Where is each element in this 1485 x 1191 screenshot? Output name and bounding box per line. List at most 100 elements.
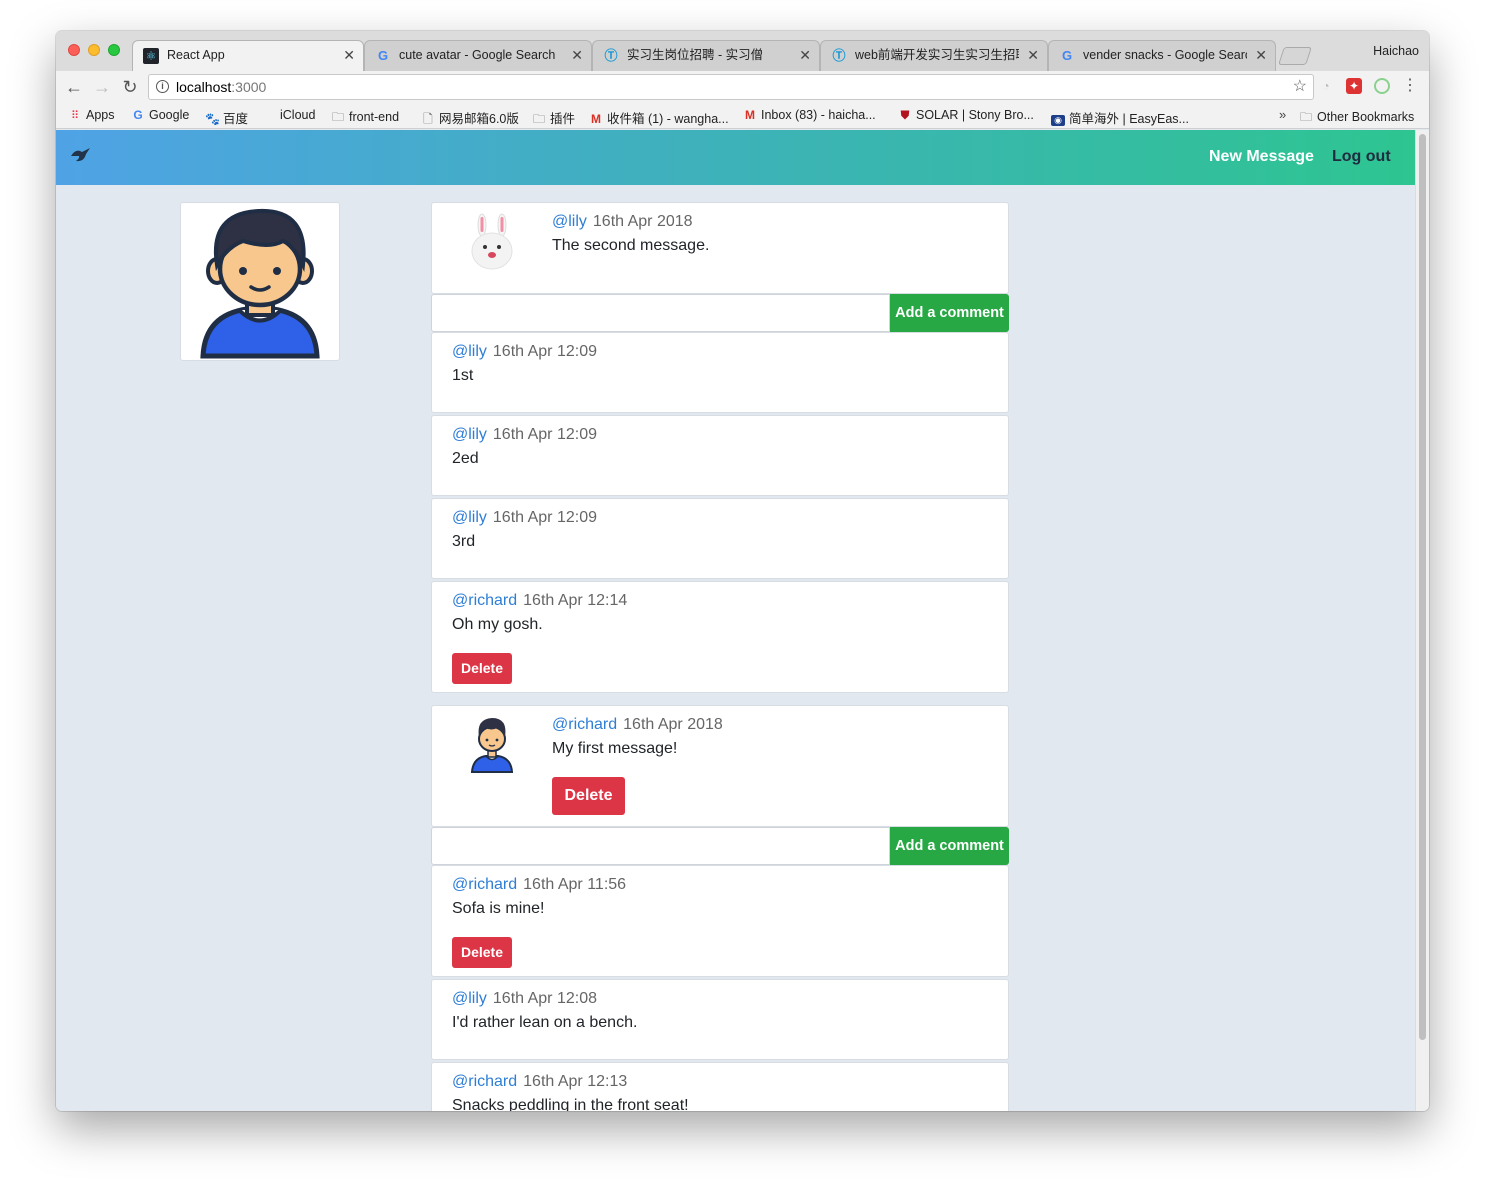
url-host: localhost (176, 79, 232, 95)
baidu-icon: 🐾 (205, 112, 220, 126)
minimize-window-button[interactable] (88, 44, 100, 56)
tab-title: React App (167, 48, 225, 62)
bunny-avatar (471, 213, 513, 270)
message-header: @lily 16th Apr 2018 (552, 213, 693, 231)
shixiseng-icon: Ⓣ (832, 48, 846, 63)
close-tab-icon[interactable]: ✕ (571, 41, 583, 70)
menu-dots-icon[interactable]: ⋮ (1402, 78, 1418, 94)
username-link[interactable]: @richard (452, 592, 517, 609)
close-tab-icon[interactable]: ✕ (1027, 41, 1039, 70)
bookmark-gmail-1[interactable]: M 收件箱 (1) - wangha... (589, 108, 729, 127)
tab-cute-avatar[interactable]: G cute avatar - Google Search ✕ (364, 40, 592, 71)
delete-comment-button[interactable]: Delete (452, 653, 512, 684)
comment-card: @lily 16th Apr 12:09 2ed (431, 415, 1009, 496)
google-icon: G (133, 108, 143, 122)
comment-header: @richard 16th Apr 11:56 (452, 876, 626, 894)
extension-icon[interactable] (1374, 78, 1390, 94)
easyeast-icon: ◉ (1051, 115, 1065, 126)
bookmark-163-mail[interactable]: 🗋 网易邮箱6.0版 (421, 108, 519, 131)
bookmark-star-icon[interactable]: ☆ (1293, 75, 1307, 99)
message-text: My first message! (552, 740, 678, 757)
comment-input[interactable] (431, 294, 890, 332)
tab-strip: ⚛ React App ✕ G cute avatar - Google Sea… (56, 31, 1429, 71)
message-card: @lily 16th Apr 2018 The second message. A… (431, 202, 1009, 332)
tab-web-frontend[interactable]: Ⓣ web前端开发实习生实习生招聘 ✕ (820, 40, 1048, 71)
tab-title: 实习生岗位招聘 - 实习僧 (627, 48, 764, 62)
extension-icon[interactable]: ◔ (1318, 78, 1334, 94)
comment-date: 16th Apr 12:08 (492, 990, 597, 1007)
username-link[interactable]: @lily (452, 509, 487, 526)
profile-name[interactable]: Haichao (1373, 44, 1419, 58)
new-message-link[interactable]: New Message (1209, 148, 1314, 166)
comment-header: @richard 16th Apr 12:14 (452, 592, 627, 610)
username-link[interactable]: @lily (452, 343, 487, 360)
boy-avatar (200, 208, 320, 359)
comment-text: 2ed (452, 450, 479, 467)
gmail-icon: M (745, 108, 755, 122)
address-bar[interactable]: i localhost:3000 ☆ (148, 74, 1314, 100)
back-arrow-icon[interactable]: ← (64, 76, 84, 98)
folder-icon: 🗀 (331, 110, 344, 124)
bookmark-google[interactable]: G Google (131, 108, 189, 122)
message-text: The second message. (552, 237, 710, 254)
bookmark-front-end[interactable]: 🗀 front-end (331, 108, 399, 129)
zoom-window-button[interactable] (108, 44, 120, 56)
bookmark-easyeast[interactable]: ◉ 简单海外 | EasyEas... (1051, 108, 1189, 127)
google-icon: G (1061, 48, 1073, 63)
bird-icon[interactable] (70, 146, 92, 170)
close-window-button[interactable] (68, 44, 80, 56)
delete-comment-button[interactable]: Delete (452, 937, 512, 968)
react-icon: ⚛ (143, 48, 159, 64)
bookmarks-bar: ⠿ Apps G Google 🐾 百度 iCloud 🗀 front-end 🗋 网易邮… (56, 103, 1429, 129)
bookmark-other[interactable]: 🗀 Other Bookmarks (1299, 108, 1414, 129)
logout-link[interactable]: Log out (1332, 148, 1391, 166)
tab-vender-snacks[interactable]: G vender snacks - Google Search ✕ (1048, 40, 1276, 71)
extension-icon[interactable]: ✦ (1346, 78, 1362, 94)
apps-grid-icon: ⠿ (70, 110, 80, 122)
tab-title: web前端开发实习生实习生招聘 (855, 48, 1019, 62)
comment-date: 16th Apr 12:09 (492, 509, 597, 526)
reload-icon[interactable]: ↻ (120, 76, 140, 98)
bookmark-solar[interactable]: ⛊ SOLAR | Stony Bro... (898, 108, 1033, 123)
close-tab-icon[interactable]: ✕ (799, 41, 811, 70)
browser-toolbar: ← → ↻ i localhost:3000 ☆ ◔ ✦ ⋮ (56, 71, 1429, 103)
add-comment-button[interactable]: Add a comment (890, 827, 1009, 865)
app-navbar: New Message Log out (56, 130, 1415, 185)
add-comment-button[interactable]: Add a comment (890, 294, 1009, 332)
username-link[interactable]: @lily (452, 426, 487, 443)
bookmark-apps[interactable]: ⠿ Apps (68, 108, 115, 122)
tab-react-app[interactable]: ⚛ React App ✕ (132, 40, 364, 71)
scrollbar-thumb[interactable] (1419, 134, 1426, 1040)
new-tab-button[interactable] (1278, 47, 1312, 65)
more-bookmarks-icon[interactable]: » (1279, 107, 1286, 122)
bookmark-baidu[interactable]: 🐾 百度 (205, 108, 248, 127)
comment-card: @richard 16th Apr 11:56 Sofa is mine! Del… (431, 865, 1009, 977)
tab-shixiseng[interactable]: Ⓣ 实习生岗位招聘 - 实习僧 ✕ (592, 40, 820, 71)
username-link[interactable]: @richard (552, 716, 617, 733)
shield-icon: ⛊ (900, 108, 910, 122)
boy-avatar (470, 718, 514, 773)
browser-window: ⚛ React App ✕ G cute avatar - Google Sea… (56, 31, 1429, 1111)
page-viewport: New Message Log out @lily 16th Apr 2018 … (56, 130, 1415, 1111)
comment-card: @lily 16th Apr 12:09 3rd (431, 498, 1009, 579)
close-tab-icon[interactable]: ✕ (343, 41, 355, 70)
comment-header: @lily 16th Apr 12:09 (452, 509, 597, 527)
comment-input[interactable] (431, 827, 890, 865)
username-link[interactable]: @richard (452, 876, 517, 893)
username-link[interactable]: @lily (552, 213, 587, 230)
page-scrollbar[interactable] (1415, 130, 1429, 1111)
bookmark-gmail-2[interactable]: M Inbox (83) - haicha... (743, 108, 876, 122)
shixiseng-icon: Ⓣ (604, 48, 618, 63)
info-icon[interactable]: i (156, 80, 169, 93)
bookmark-icloud[interactable]: iCloud (262, 108, 315, 122)
username-link[interactable]: @richard (452, 1073, 517, 1090)
profile-avatar-card (180, 202, 340, 361)
comment-text: Oh my gosh. (452, 616, 543, 633)
comment-header: @lily 16th Apr 12:09 (452, 426, 597, 444)
comment-date: 16th Apr 12:14 (523, 592, 628, 609)
forward-arrow-icon[interactable]: → (92, 76, 112, 98)
close-tab-icon[interactable]: ✕ (1255, 41, 1267, 70)
username-link[interactable]: @lily (452, 990, 487, 1007)
delete-message-button[interactable]: Delete (552, 777, 625, 815)
bookmark-plugins[interactable]: 🗀 插件 (532, 108, 575, 131)
